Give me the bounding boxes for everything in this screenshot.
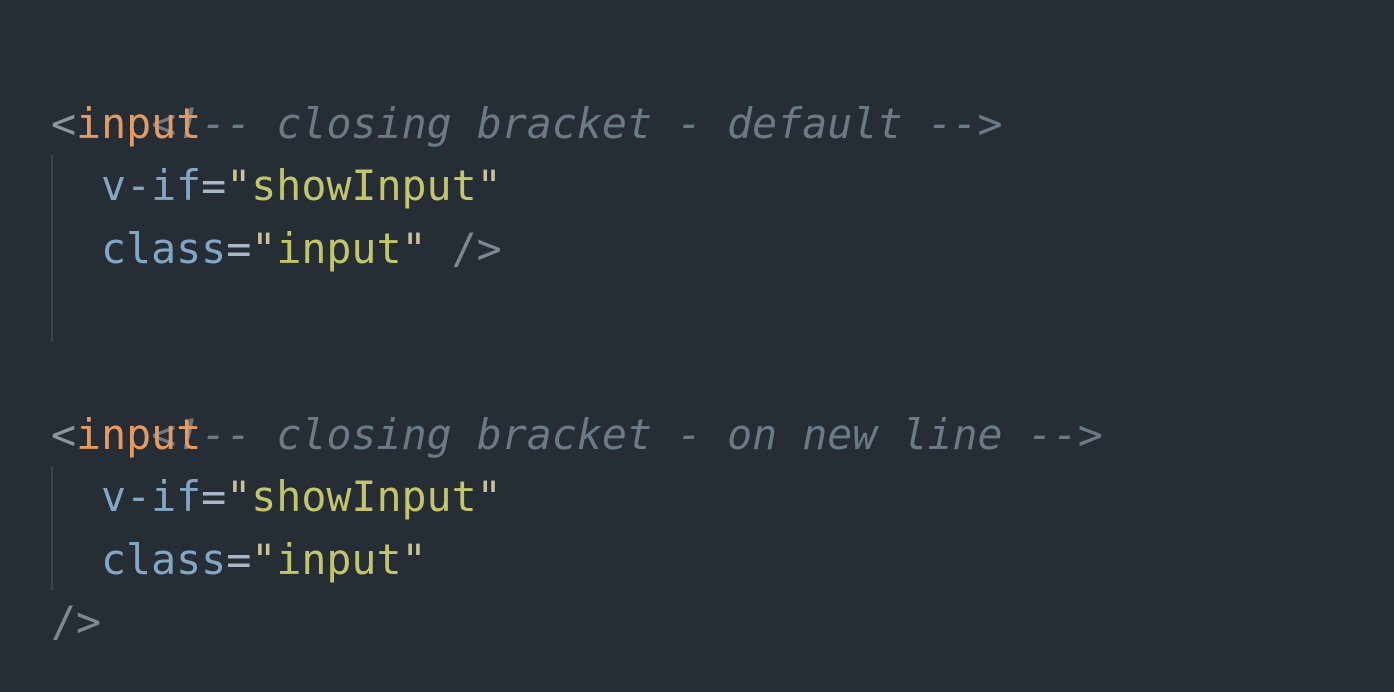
code-line-comment-new-line: <!-- closing bracket - on new line --> [51,342,1394,459]
tag-name: input [76,410,202,460]
code-line-tag-open: <input [51,93,1394,155]
code-line-attr-vif: v-if="showInput" [101,155,1394,217]
string-quote: " [401,223,427,273]
code-line-attr-class: class="input" /> [101,218,1394,280]
string-quote: " [476,161,502,211]
attribute-equals: = [226,534,252,584]
tag-name: input [76,99,202,149]
self-closing-bracket: /> [51,596,102,646]
tag-bracket: < [51,410,77,460]
attribute-name: class [101,534,227,584]
string-quote: " [251,223,277,273]
attribute-equals: = [226,223,252,273]
string-quote: " [251,534,277,584]
attribute-value: input [276,223,402,273]
attribute-equals: = [201,161,227,211]
code-editor[interactable]: <!-- closing bracket - default --> <inpu… [0,0,1394,692]
tag-bracket: < [51,99,77,149]
attribute-value: showInput [251,161,477,211]
code-line-comment-default: <!-- closing bracket - default --> [51,31,1394,148]
indent-block: v-if="showInput" class="input" [51,466,1394,592]
string-quote: " [226,472,252,522]
code-line-attr-vif: v-if="showInput" [101,466,1394,528]
code-line-tag-open: <input [51,404,1394,466]
string-quote: " [226,161,252,211]
string-quote: " [476,472,502,522]
string-quote: " [401,534,427,584]
code-line-attr-class: class="input" [101,529,1394,591]
attribute-name: class [101,223,227,273]
attribute-value: input [276,534,402,584]
attribute-equals: = [201,472,227,522]
attribute-value: showInput [251,472,477,522]
attribute-name: v-if [101,161,202,211]
code-line-self-close: /> [51,591,1394,653]
indent-block: v-if="showInput" class="input" /> [51,155,1394,342]
self-closing-bracket: /> [426,223,502,273]
attribute-name: v-if [101,472,202,522]
